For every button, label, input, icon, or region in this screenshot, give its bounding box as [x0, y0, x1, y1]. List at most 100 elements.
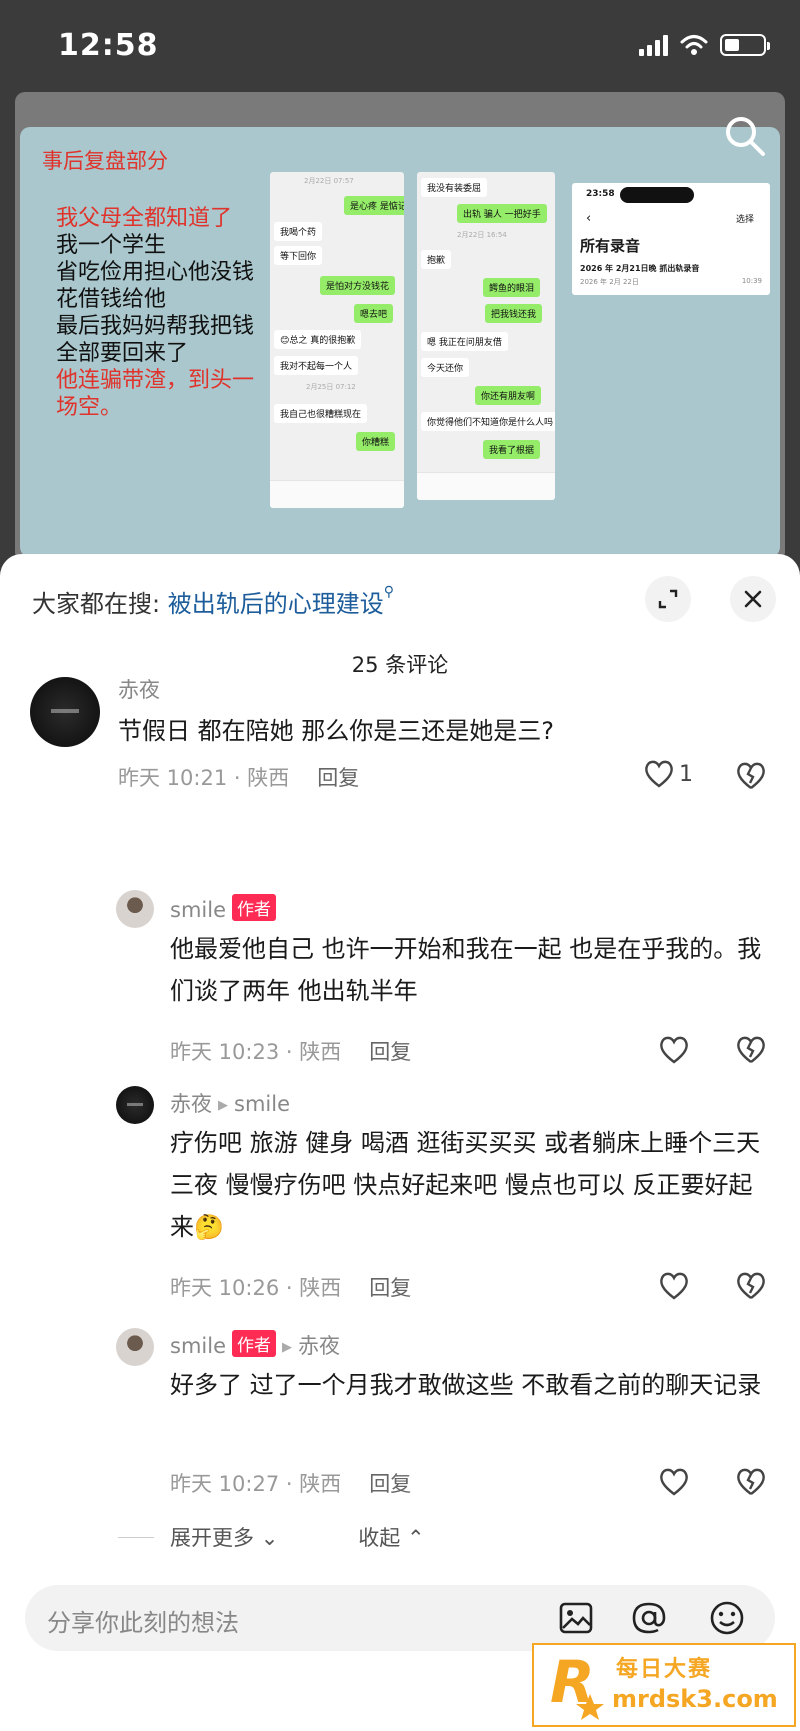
comments-sheet: 大家都在搜: 被出轨后的心理建设⚲ 25 条评论 赤夜 节假日 都在陪她 那么你… — [0, 554, 800, 1731]
chat-bubble: 你还有朋友啊 — [475, 386, 542, 405]
chevron-down-icon: ⌄ — [260, 1526, 279, 1550]
status-bar: 12:58 — [0, 0, 800, 100]
heart-icon[interactable] — [658, 1467, 690, 1497]
close-icon — [744, 590, 762, 608]
poster-line: 最后我妈妈帮我把钱 — [56, 314, 255, 339]
status-time: 12:58 — [58, 28, 159, 63]
comment-text: 好多了 过了一个月我才敢做这些 不敢看之前的聊天记录 — [170, 1371, 762, 1399]
comment-time-location: 昨天 10:27 · 陕西 — [170, 1472, 342, 1496]
chat-bubble: 我没有装委屈 — [421, 178, 488, 197]
author-badge: 作者 — [232, 1330, 276, 1357]
reply-button[interactable]: 回复 — [369, 1276, 411, 1300]
dislike-icon[interactable] — [735, 761, 767, 791]
comment-meta: 昨天 10:23 · 陕西 回复 — [170, 1036, 411, 1066]
dislike-icon[interactable] — [735, 1035, 767, 1065]
comment-meta: 昨天 10:27 · 陕西 回复 — [170, 1468, 411, 1498]
chat-bubble: 你糟糕 — [356, 432, 396, 451]
poster-line: 花借钱给他 — [56, 287, 167, 312]
collapse-label: 收起 — [358, 1526, 401, 1550]
chat-bubble: 我对不起每一个人 — [274, 356, 359, 375]
reply-button[interactable]: 回复 — [369, 1040, 411, 1064]
rec-item-duration: 10:39 — [741, 277, 762, 285]
watermark: R 每日大赛 mrdsk3.com — [532, 1643, 796, 1727]
comment-username[interactable]: 赤夜 ▶ smile — [170, 1088, 290, 1118]
poster-line: 全部要回来了 — [56, 341, 189, 366]
reply-username[interactable]: 赤夜 — [170, 1092, 212, 1116]
poster-line: 他连骗带渣，到头一 — [56, 368, 255, 393]
chat-screenshot-1: 2月22日 07:57 是心疼 是惦记。我喝个药等下回你是怕对方没钱花嗯去吧 😊总之… — [270, 172, 404, 508]
poster-line: 我父母全都知道了 — [56, 206, 233, 231]
rec-item-date: 2026 年 2月 22日 — [580, 278, 639, 286]
poster-line: 省吃俭用担心他没钱 — [56, 260, 255, 285]
image-icon[interactable] — [557, 1599, 595, 1637]
comment-time-location: 昨天 10:21 · 陕西 — [118, 766, 290, 790]
post-image[interactable]: 事后复盘部分 我父母全都知道了 我一个学生 省吃俭用担心他没钱 花借钱给他 最后我妈妈帮… — [15, 92, 785, 562]
comment-input[interactable]: 分享你此刻的想法 — [25, 1585, 775, 1651]
chat-bubble: 是怕对方没钱花 — [320, 276, 396, 295]
reply-button[interactable]: 回复 — [369, 1472, 411, 1496]
close-button[interactable] — [730, 576, 776, 622]
chat-bubble: 嗯去吧 — [354, 304, 394, 323]
chat-input-bar — [270, 480, 404, 508]
reply-button[interactable]: 回复 — [317, 766, 359, 790]
emoji-icon[interactable] — [708, 1599, 746, 1637]
comment-text: 节假日 都在陪她 那么你是三还是她是三? — [118, 717, 554, 745]
rec-item-name: 2026 年 2月21日晚 抓出轨录音 — [580, 264, 700, 273]
comment-username[interactable]: smile 作者 ▶ 赤夜 — [170, 1330, 340, 1360]
chat-input-bar — [417, 472, 555, 500]
comment-text: 他最爱他自己 也许一开始和我在一起 也是在乎我的。我们谈了两年 他出轨半年 — [170, 935, 762, 1005]
comment-text: 疗伤吧 旅游 健身 喝酒 逛街买买买 或者躺床上睡个三天三夜 慢慢疗伤吧 快点好… — [170, 1129, 761, 1241]
trending-search[interactable]: 大家都在搜: 被出轨后的心理建设⚲ — [32, 584, 394, 619]
chat-bubble: 嗯 我正在问朋友借 — [421, 332, 508, 351]
watermark-url: mrdsk3.com — [612, 1685, 778, 1713]
dislike-icon[interactable] — [735, 1467, 767, 1497]
heart-icon[interactable] — [658, 1035, 690, 1065]
reply-username[interactable]: smile — [170, 898, 226, 922]
poster-title: 事后复盘部分 — [42, 149, 168, 173]
chat-bubble: 等下回你 — [274, 246, 323, 265]
chat-bubble: 是心疼 是惦记。 — [344, 196, 404, 215]
poster-line: 我一个学生 — [56, 233, 167, 258]
dynamic-island — [620, 187, 694, 203]
avatar[interactable] — [116, 1086, 154, 1124]
chat-bubble: 出轨 骗人 一把好手 — [457, 204, 547, 223]
avatar[interactable] — [116, 890, 154, 928]
chat-timestamp: 2月22日 07:57 — [304, 177, 354, 185]
avatar[interactable] — [116, 1328, 154, 1366]
reply-arrow-icon: ▶ — [282, 1340, 292, 1355]
reply-username[interactable]: smile — [170, 1334, 226, 1358]
chat-bubble: 把我钱还我 — [485, 304, 543, 323]
chat-timestamp: 2月25日 07:12 — [306, 383, 356, 391]
chat-bubble: 😊总之 真的很抱歉 — [274, 330, 362, 349]
expand-more-button[interactable]: 展开更多 ⌄ — [170, 1522, 278, 1552]
like-button[interactable]: 1 — [643, 759, 693, 789]
trending-search-query[interactable]: 被出轨后的心理建设 — [168, 590, 384, 618]
search-icon[interactable] — [723, 114, 767, 158]
comment-username[interactable]: 赤夜 — [118, 674, 160, 704]
search-small-icon: ⚲ — [383, 584, 394, 600]
comment-meta: 昨天 10:26 · 陕西 回复 — [170, 1272, 411, 1302]
author-badge: 作者 — [232, 894, 276, 921]
rec-select-label: 选择 — [735, 215, 754, 225]
reply-to-username[interactable]: 赤夜 — [298, 1334, 340, 1358]
expand-button[interactable] — [645, 576, 691, 622]
chat-bubble: 抱歉 — [421, 250, 452, 269]
reply-to-username[interactable]: smile — [234, 1092, 290, 1116]
avatar[interactable] — [30, 677, 100, 747]
battery-icon — [720, 34, 770, 56]
comment-username[interactable]: smile 作者 — [170, 894, 276, 922]
chat-bubble: 我看了根据 — [483, 440, 541, 459]
poster-line: 场空。 — [56, 395, 123, 420]
heart-icon[interactable] — [658, 1271, 690, 1301]
rec-status-time: 23:58 — [586, 189, 615, 199]
dislike-icon[interactable] — [735, 1271, 767, 1301]
cellular-signal-icon — [639, 34, 668, 56]
watermark-logo: R — [550, 1650, 604, 1720]
like-count: 1 — [679, 761, 693, 787]
chat-bubble: 你觉得他们不知道你是什么人吗 — [421, 412, 555, 431]
mention-icon[interactable] — [630, 1599, 668, 1637]
chat-bubble: 我喝个药 — [274, 222, 323, 241]
comment-meta: 昨天 10:21 · 陕西 回复 — [118, 762, 359, 792]
collapse-button[interactable]: 收起 ⌃ — [358, 1522, 424, 1552]
divider — [118, 1536, 154, 1538]
